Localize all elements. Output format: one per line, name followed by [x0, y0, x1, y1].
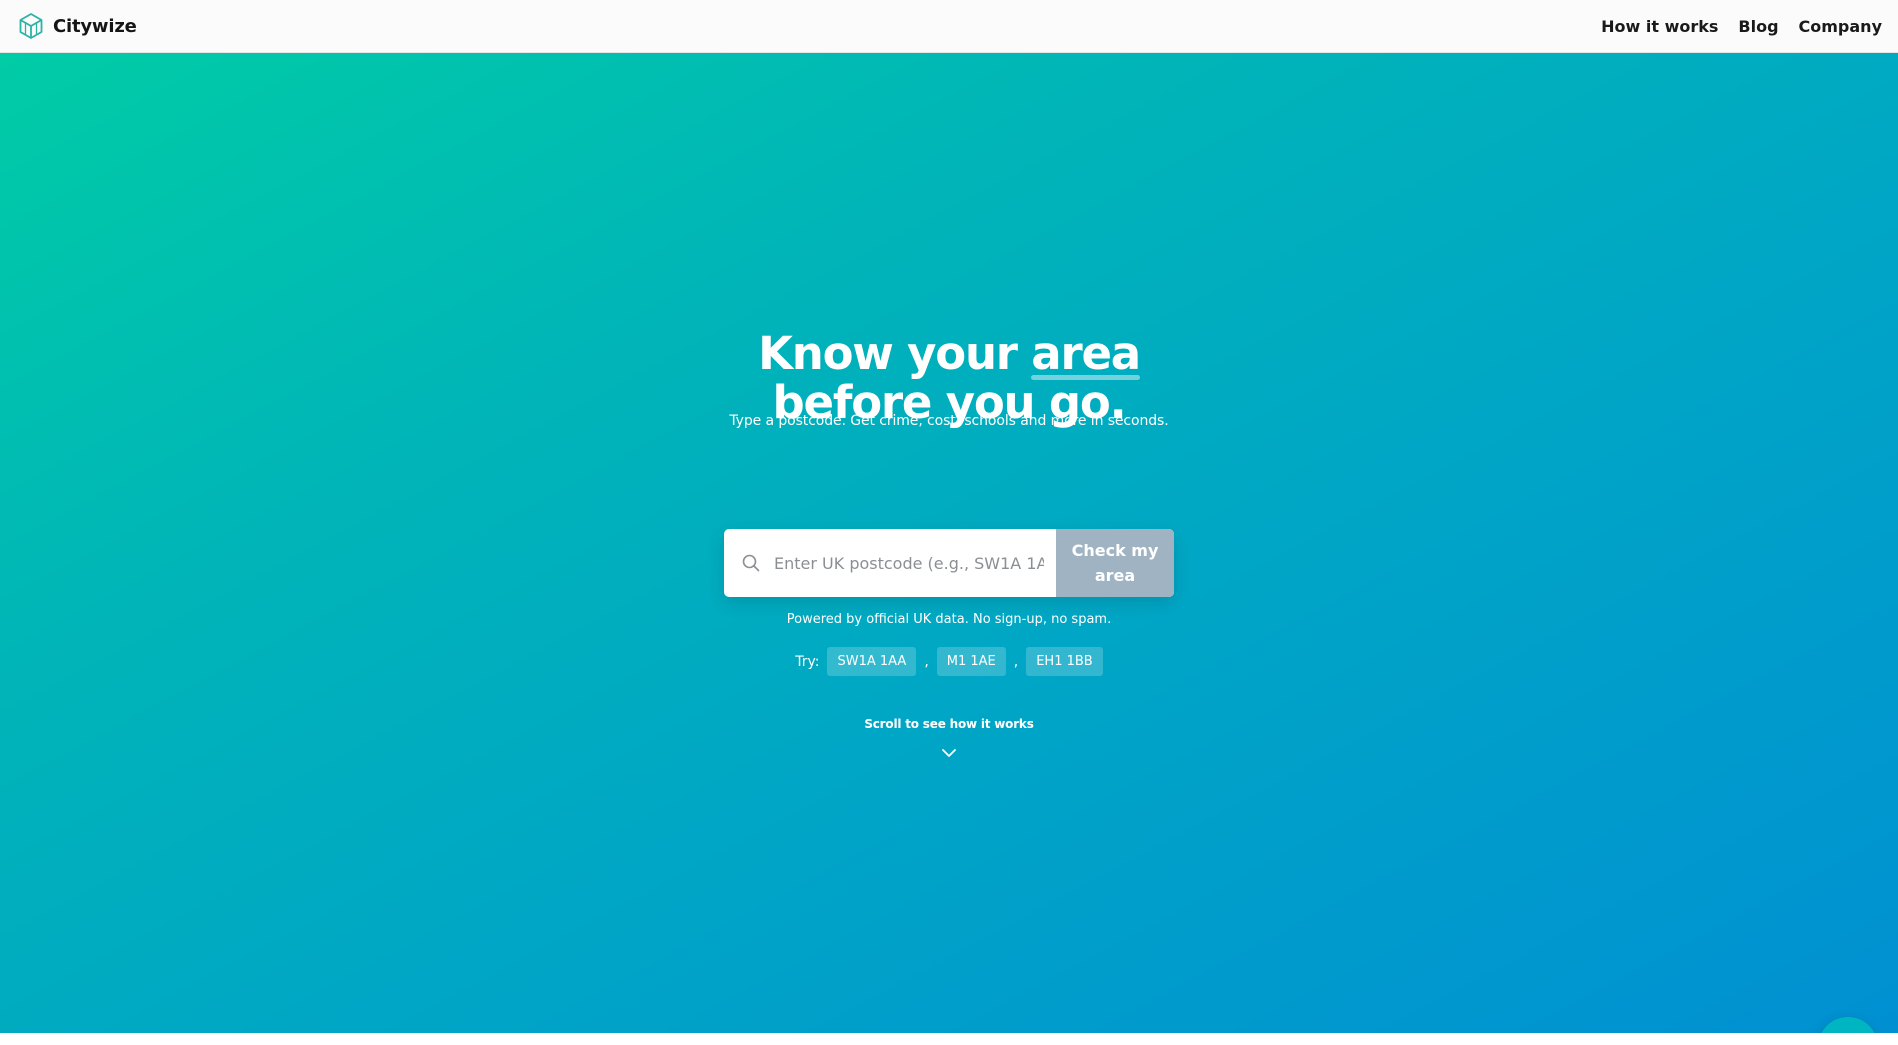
- example-postcode-chip[interactable]: SW1A 1AA: [827, 647, 917, 676]
- brand-name: Citywize: [53, 15, 137, 37]
- check-my-area-button[interactable]: Check my area: [1056, 529, 1174, 597]
- nav-company[interactable]: Company: [1799, 17, 1882, 36]
- hero-subtitle: Type a postcode. Get crime, cost, school…: [729, 413, 1169, 429]
- example-postcodes: Try: SW1A 1AA , M1 1AE , EH1 1BB: [0, 647, 1898, 676]
- try-label: Try:: [795, 653, 820, 670]
- headline-highlight-area: area: [1031, 327, 1141, 380]
- top-navbar: Citywize How it works Blog Company: [0, 0, 1898, 53]
- postcode-search-form: Check my area: [724, 529, 1174, 597]
- postcode-field-wrapper: [724, 529, 1056, 597]
- hero-section: Know your area before you go. Type a pos…: [0, 53, 1898, 1033]
- page-bottom-edge: [0, 1033, 1898, 1045]
- example-postcode-chip[interactable]: EH1 1BB: [1026, 647, 1103, 676]
- chip-separator: ,: [924, 653, 929, 670]
- powered-by-note: Powered by official UK data. No sign-up,…: [786, 612, 1112, 627]
- scroll-hint[interactable]: Scroll to see how it works: [0, 717, 1898, 731]
- nav-blog[interactable]: Blog: [1738, 17, 1778, 36]
- chevron-down-icon[interactable]: [941, 747, 957, 759]
- headline-line-1: Know your area: [0, 327, 1898, 380]
- brand-link[interactable]: Citywize: [18, 12, 137, 40]
- cube-logo-icon: [18, 12, 44, 40]
- headline-text: Know your: [758, 327, 1018, 380]
- chat-launcher-button[interactable]: [1818, 1017, 1878, 1033]
- nav-how-it-works[interactable]: How it works: [1601, 17, 1718, 36]
- example-postcode-chip[interactable]: M1 1AE: [936, 647, 1006, 676]
- search-icon: [742, 553, 762, 573]
- chip-separator: ,: [1013, 653, 1019, 670]
- main-nav: How it works Blog Company: [1601, 17, 1882, 36]
- postcode-input[interactable]: [774, 553, 1044, 573]
